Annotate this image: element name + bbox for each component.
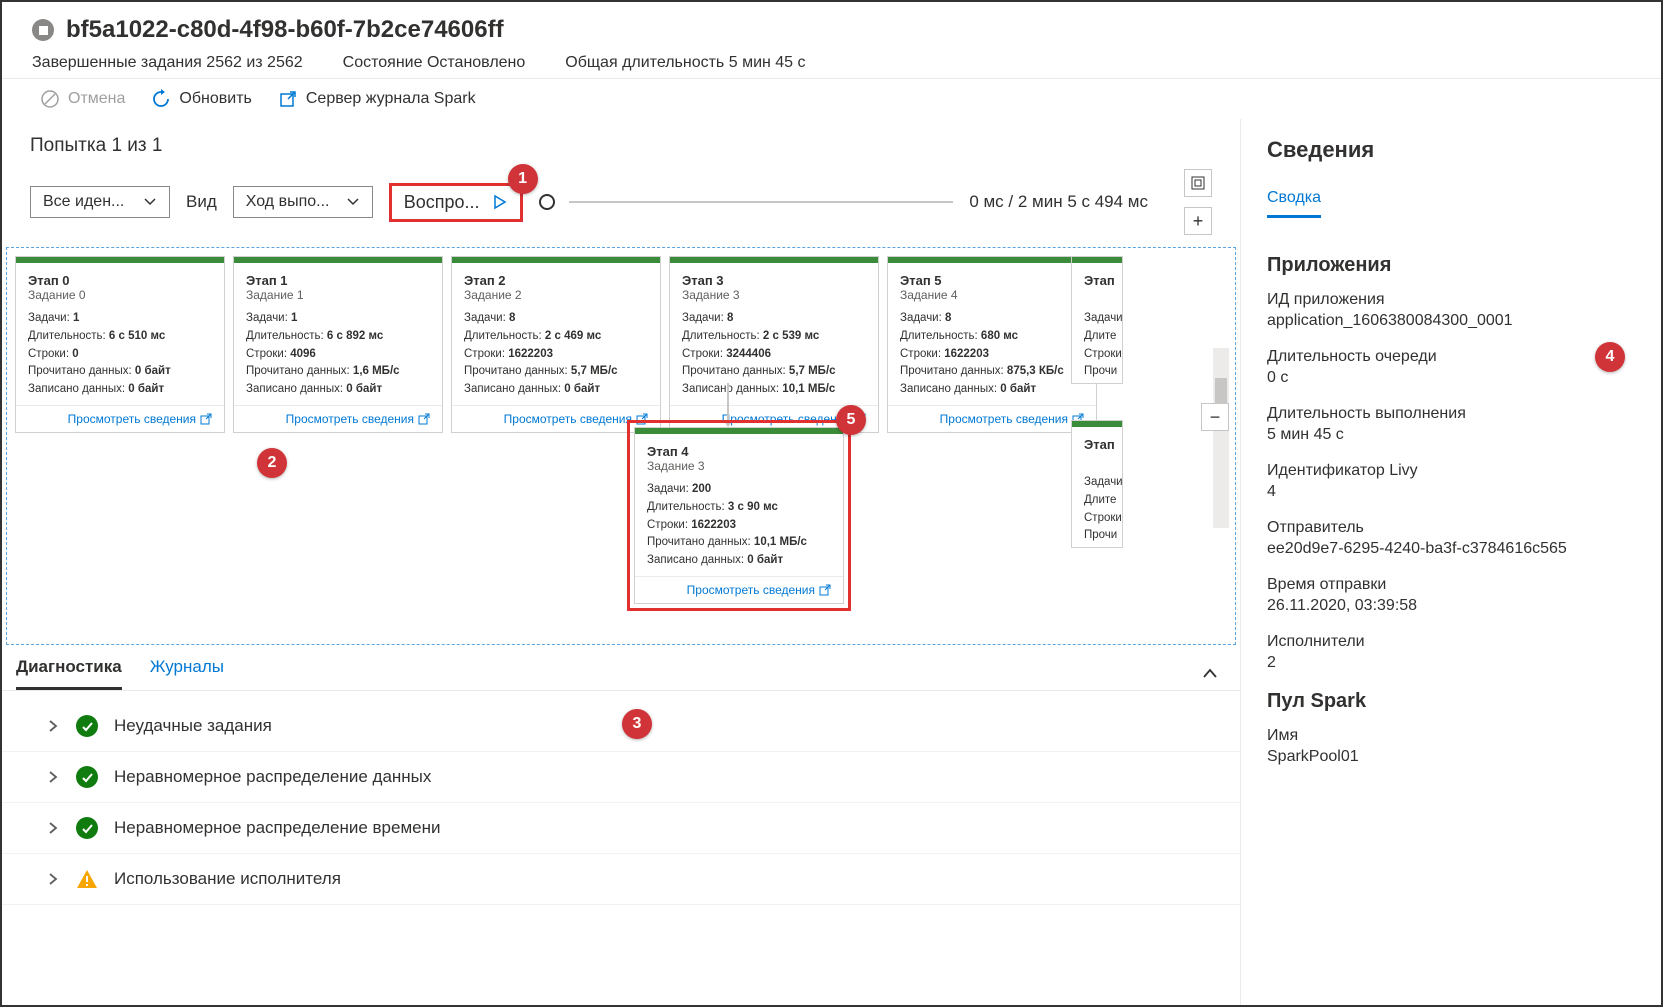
slider-knob[interactable]	[539, 194, 555, 210]
stage-card-2[interactable]: Этап 2 Задание 2 Задачи: 8 Длительность:…	[451, 256, 661, 433]
duration-value: 5 мин 45 с	[729, 54, 806, 71]
page-title: bf5a1022-c80d-4f98-b60f-7b2ce74606ff	[66, 16, 504, 44]
diag-row[interactable]: Неудачные задания	[2, 701, 1240, 752]
callout-1: 1	[508, 164, 538, 194]
stage-details-link[interactable]: Просмотреть сведения	[68, 412, 212, 426]
chevron-down-icon	[143, 195, 157, 209]
stage-card-4[interactable]: Этап 5 Задание 4 Задачи: 8 Длительность:…	[887, 256, 1097, 433]
refresh-icon	[151, 89, 171, 109]
stage-details-link[interactable]: Просмотреть сведения	[940, 412, 1084, 426]
job-graph[interactable]: Этап 0 Задание 0 Задачи: 1 Длительность:…	[6, 247, 1236, 645]
toolbar: Отмена Обновить Сервер журнала Spark	[2, 78, 1661, 119]
stage-details-link[interactable]: Просмотреть сведения	[286, 412, 430, 426]
diag-label: Неравномерное распределение времени	[114, 818, 441, 838]
state-label: Состояние	[343, 54, 423, 71]
cancel-icon	[40, 89, 60, 109]
duration-label: Общая длительность	[565, 54, 724, 71]
state-value: Остановлено	[427, 54, 525, 71]
details-header: Сведения	[1267, 137, 1635, 163]
fit-button[interactable]	[1184, 169, 1212, 197]
attempt-label: Попытка 1 из 1	[30, 135, 162, 157]
fit-icon	[1190, 175, 1206, 191]
diag-row[interactable]: Неравномерное распределение времени	[2, 803, 1240, 854]
stage-card-partial[interactable]: Этап ЗадачиДлите СтрокиПрочи Запис	[1071, 420, 1123, 548]
graph-scrollbar[interactable]	[1213, 348, 1229, 528]
callout-2: 2	[257, 448, 287, 478]
tab-summary[interactable]: Сводка	[1267, 181, 1321, 218]
view-dropdown[interactable]: Ход выпо...	[233, 186, 373, 218]
callout-5: 5	[836, 405, 866, 435]
chevron-right-icon	[46, 719, 60, 733]
status-stopped-icon	[32, 19, 54, 41]
bottom-tabs: Диагностика Журналы	[2, 645, 1240, 691]
playback-button[interactable]: Воспро... 1	[389, 183, 523, 222]
page-header: bf5a1022-c80d-4f98-b60f-7b2ce74606ff Зав…	[2, 2, 1661, 78]
chevron-right-icon	[46, 821, 60, 835]
spark-history-button[interactable]: Сервер журнала Spark	[278, 89, 476, 109]
stage-4-highlight: 5 Этап 4 Задание 3 Задачи: 200 Длительно…	[627, 420, 851, 611]
cancel-button: Отмена	[40, 89, 125, 109]
diagnostics-list: 3 Неудачные задания Неравномерное распре…	[2, 691, 1240, 915]
callout-4: 4	[1595, 342, 1625, 372]
zoom-in-button[interactable]: +	[1184, 207, 1212, 235]
stage-card-partial[interactable]: Этап ЗадачиДлите СтрокиПрочи Запис	[1071, 256, 1123, 384]
play-icon	[492, 194, 508, 210]
ids-dropdown[interactable]: Все иден...	[30, 186, 170, 218]
collapse-icon[interactable]	[1200, 664, 1220, 684]
view-label: Вид	[186, 192, 217, 212]
stage-details-link[interactable]: Просмотреть сведения	[687, 583, 831, 597]
section-pool: Пул Spark	[1267, 690, 1635, 713]
completed-label: Завершенные задания	[32, 54, 202, 71]
stage-card-1[interactable]: Этап 1 Задание 1 Задачи: 1 Длительность:…	[233, 256, 443, 433]
tab-logs[interactable]: Журналы	[150, 657, 224, 690]
timeline-time: 0 мс / 2 мин 5 с 494 мс	[969, 192, 1148, 212]
chevron-right-icon	[46, 770, 60, 784]
diag-label: Использование исполнителя	[114, 869, 341, 889]
graph-connector	[727, 383, 729, 423]
attempt-controls: Попытка 1 из 1	[2, 119, 1240, 169]
diag-row[interactable]: Использование исполнителя	[2, 854, 1240, 905]
chevron-down-icon	[346, 195, 360, 209]
external-link-icon	[278, 89, 298, 109]
completed-value: 2562 из 2562	[206, 54, 302, 71]
zoom-out-button[interactable]: −	[1201, 403, 1229, 431]
check-icon	[76, 817, 98, 839]
diag-label: Неравномерное распределение данных	[114, 767, 431, 787]
check-icon	[76, 715, 98, 737]
timeline-slider[interactable]	[539, 194, 954, 210]
details-panel: Сведения Сводка Приложения ИД приложения…	[1241, 119, 1661, 1005]
tab-diagnostics[interactable]: Диагностика	[16, 657, 122, 690]
stage-card-4[interactable]: Этап 4 Задание 3 Задачи: 200 Длительност…	[634, 427, 844, 604]
diag-row[interactable]: Неравномерное распределение данных	[2, 752, 1240, 803]
check-icon	[76, 766, 98, 788]
stage-card-0[interactable]: Этап 0 Задание 0 Задачи: 1 Длительность:…	[15, 256, 225, 433]
callout-3: 3	[622, 709, 652, 739]
chevron-right-icon	[46, 872, 60, 886]
external-link-icon	[819, 584, 831, 596]
section-apps: Приложения	[1267, 254, 1635, 277]
diag-label: Неудачные задания	[114, 716, 272, 736]
refresh-button[interactable]: Обновить	[151, 89, 251, 109]
warning-icon	[76, 868, 98, 890]
